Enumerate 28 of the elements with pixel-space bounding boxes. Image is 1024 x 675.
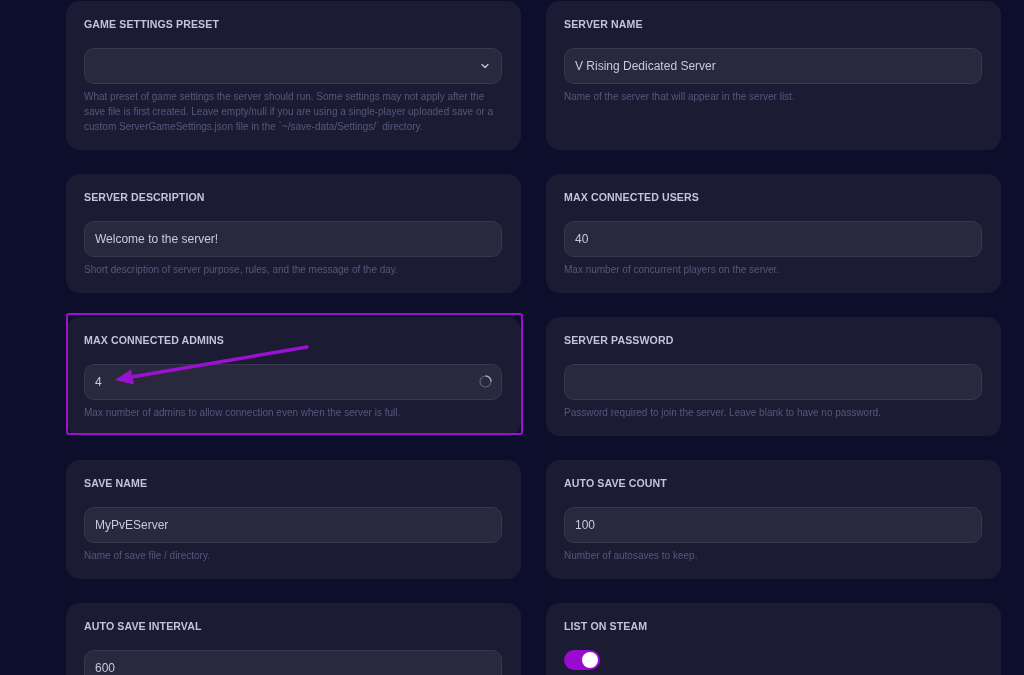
input-field[interactable]: 600: [84, 650, 502, 675]
select-field[interactable]: [84, 48, 502, 84]
help-text: What preset of game settings the server should run. Some settings may not apply after the save file is first created. Leave empty/null if you are using a single-player uploaded save or a custom ServerGameSettings.json file in the `~/save-data/Settings/` directory.: [84, 90, 495, 134]
input-field[interactable]: 100: [564, 507, 982, 543]
field-label: SERVER DESCRIPTION: [84, 191, 205, 204]
field-label: SERVER PASSWORD: [564, 334, 674, 347]
field-label: LIST ON STEAM: [564, 620, 648, 633]
toggle-switch[interactable]: [564, 650, 600, 670]
field-label: SERVER NAME: [564, 18, 643, 31]
help-text: Name of the server that will appear in the server list.: [564, 90, 796, 104]
help-text: Password required to join the server. Leave blank to have no password.: [564, 406, 882, 420]
field-label: SAVE NAME: [84, 477, 148, 490]
field-label: AUTO SAVE COUNT: [564, 477, 667, 490]
input-field[interactable]: MyPvEServer: [84, 507, 502, 543]
help-text: Name of save file / directory.: [84, 549, 211, 563]
input-field[interactable]: [564, 364, 982, 400]
field-label: MAX CONNECTED USERS: [564, 191, 699, 204]
help-text: Max number of concurrent players on the server.: [564, 263, 781, 277]
help-text: Short description of server purpose, rules, and the message of the day.: [84, 263, 399, 277]
input-field[interactable]: V Rising Dedicated Server: [564, 48, 982, 84]
field-label: AUTO SAVE INTERVAL: [84, 620, 202, 633]
help-text: Number of autosaves to keep.: [564, 549, 699, 563]
input-field[interactable]: Welcome to the server!: [84, 221, 502, 257]
field-label: GAME SETTINGS PRESET: [84, 18, 220, 31]
help-text: Max number of admins to allow connection even when the server is full.: [84, 406, 402, 420]
field-label: MAX CONNECTED ADMINS: [84, 334, 224, 347]
input-field[interactable]: 40: [564, 221, 982, 257]
input-field[interactable]: 4: [84, 364, 502, 400]
